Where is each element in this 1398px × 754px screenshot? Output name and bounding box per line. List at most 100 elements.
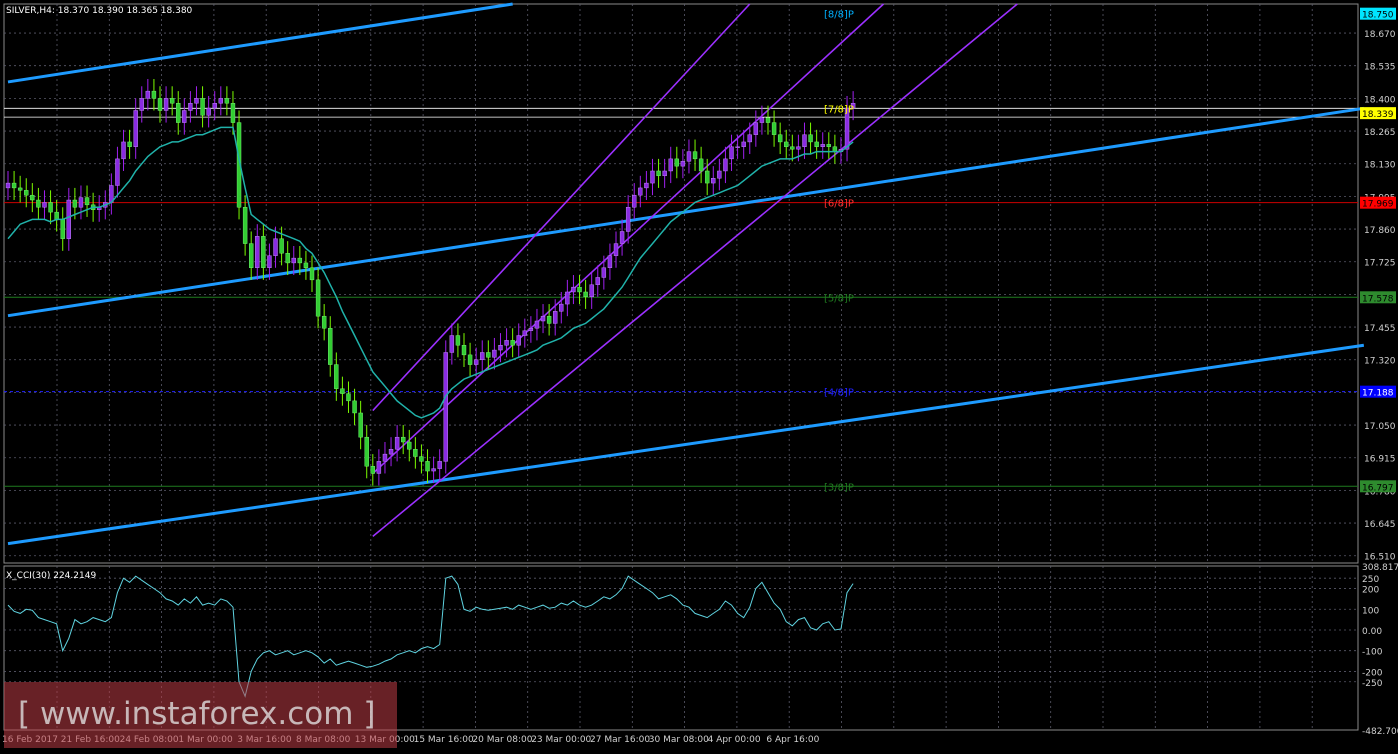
trendline <box>7 343 1365 546</box>
candle-body <box>771 122 777 135</box>
candle-body <box>212 103 217 109</box>
candle-body <box>619 231 625 244</box>
candle-body <box>188 103 193 111</box>
price-tick-label: 16.645 <box>1364 520 1396 530</box>
candle-body <box>388 449 394 455</box>
candle-body <box>601 267 607 278</box>
candle-body <box>790 146 795 150</box>
candle-body <box>121 141 126 160</box>
candle-body <box>133 110 138 147</box>
candle-body <box>163 98 169 111</box>
price-tick-label: 18.670 <box>1364 30 1396 40</box>
price-tick-label: 16.510 <box>1364 553 1396 563</box>
candle-body <box>559 303 564 312</box>
candle-body <box>784 141 789 147</box>
time-axis-label: 23 Mar 00:00 <box>531 735 591 745</box>
candle-body <box>431 468 436 472</box>
price-label-text: 17.969 <box>1362 200 1394 210</box>
candle-body <box>613 243 619 256</box>
candle-body <box>315 279 321 317</box>
price-tick-label: 17.050 <box>1364 422 1396 432</box>
price-label-text: 17.188 <box>1362 389 1394 399</box>
candle-body <box>480 352 485 360</box>
candle-body <box>583 291 588 298</box>
candle-body <box>297 257 303 264</box>
candle-body <box>84 197 90 206</box>
candle-body <box>255 236 260 268</box>
time-axis-label: 6 Apr 16:00 <box>766 735 819 745</box>
candle-body <box>492 349 497 358</box>
cci-tick-label: -200 <box>1362 668 1383 678</box>
candle-body <box>625 207 631 232</box>
murray-level-tag: [6/8]P <box>824 199 854 210</box>
candle-body <box>741 141 746 147</box>
candle-body <box>796 146 801 150</box>
candle-body <box>54 211 59 220</box>
cci-tick-label: -482.7000 <box>1362 727 1398 737</box>
candle-body <box>826 144 831 147</box>
cci-tick-label: 250 <box>1362 575 1379 585</box>
candle-body <box>66 199 72 239</box>
candle-body <box>36 199 41 208</box>
candle-body <box>571 286 576 293</box>
candle-body <box>401 436 406 443</box>
candle-body <box>650 170 655 184</box>
candle-body <box>352 400 357 414</box>
candle-body <box>753 122 759 135</box>
price-tick-label: 18.535 <box>1364 63 1396 73</box>
candle-body <box>303 262 309 268</box>
candle-body <box>328 328 333 365</box>
candle-body <box>504 340 509 346</box>
candle-body <box>230 103 236 123</box>
trendline <box>7 106 1365 318</box>
candle-body <box>364 436 369 467</box>
candle-body <box>206 107 211 116</box>
cci-tick-label: 200 <box>1362 586 1379 596</box>
candle-body <box>334 364 339 389</box>
candle-body <box>802 134 807 147</box>
cci-tick-label: 308.8176 <box>1362 563 1398 573</box>
chart-header-symbol: SILVER,H4: 18.370 18.390 18.365 18.380 <box>6 6 193 16</box>
candle-body <box>224 98 230 104</box>
candle-body <box>5 182 11 189</box>
candle-body <box>443 352 448 462</box>
candle-body <box>407 441 412 450</box>
candle-body <box>157 98 163 111</box>
candle-body <box>30 194 35 201</box>
candle-body <box>340 388 345 394</box>
candle-body <box>644 182 649 189</box>
candle-body <box>242 207 248 244</box>
chart-svg: 18.67018.53518.40018.26518.13017.99517.8… <box>2 2 1398 745</box>
candle-body <box>510 340 515 346</box>
candle-body <box>60 219 65 239</box>
candle-body <box>723 158 728 172</box>
candle-body <box>820 144 825 147</box>
candle-body <box>200 98 205 116</box>
trendline <box>372 3 1018 537</box>
candle-body <box>425 461 430 472</box>
candle-body <box>540 315 546 322</box>
candle-body <box>632 194 637 208</box>
candle-body <box>72 199 78 208</box>
candle-body <box>145 90 151 99</box>
candle-body <box>139 98 144 111</box>
price-tick-label: 17.725 <box>1364 259 1396 269</box>
candle-body <box>437 461 442 469</box>
candle-body <box>285 253 290 264</box>
candle-body <box>194 98 199 104</box>
candle-body <box>668 158 673 172</box>
candle-body <box>595 277 600 285</box>
candle-body <box>534 320 540 329</box>
price-tick-label: 16.915 <box>1364 455 1396 465</box>
candle-body <box>467 354 473 365</box>
candle-body <box>267 255 272 268</box>
candle-body <box>522 330 527 336</box>
cci-tick-label: 100 <box>1362 606 1379 616</box>
candle-body <box>808 134 813 143</box>
candle-body <box>273 238 278 256</box>
time-axis-label: 30 Mar 08:00 <box>649 735 709 745</box>
candle-body <box>528 328 534 331</box>
candle-body <box>461 345 467 356</box>
candle-body <box>291 257 296 264</box>
cci-tick-label: 0.00 <box>1362 627 1382 637</box>
